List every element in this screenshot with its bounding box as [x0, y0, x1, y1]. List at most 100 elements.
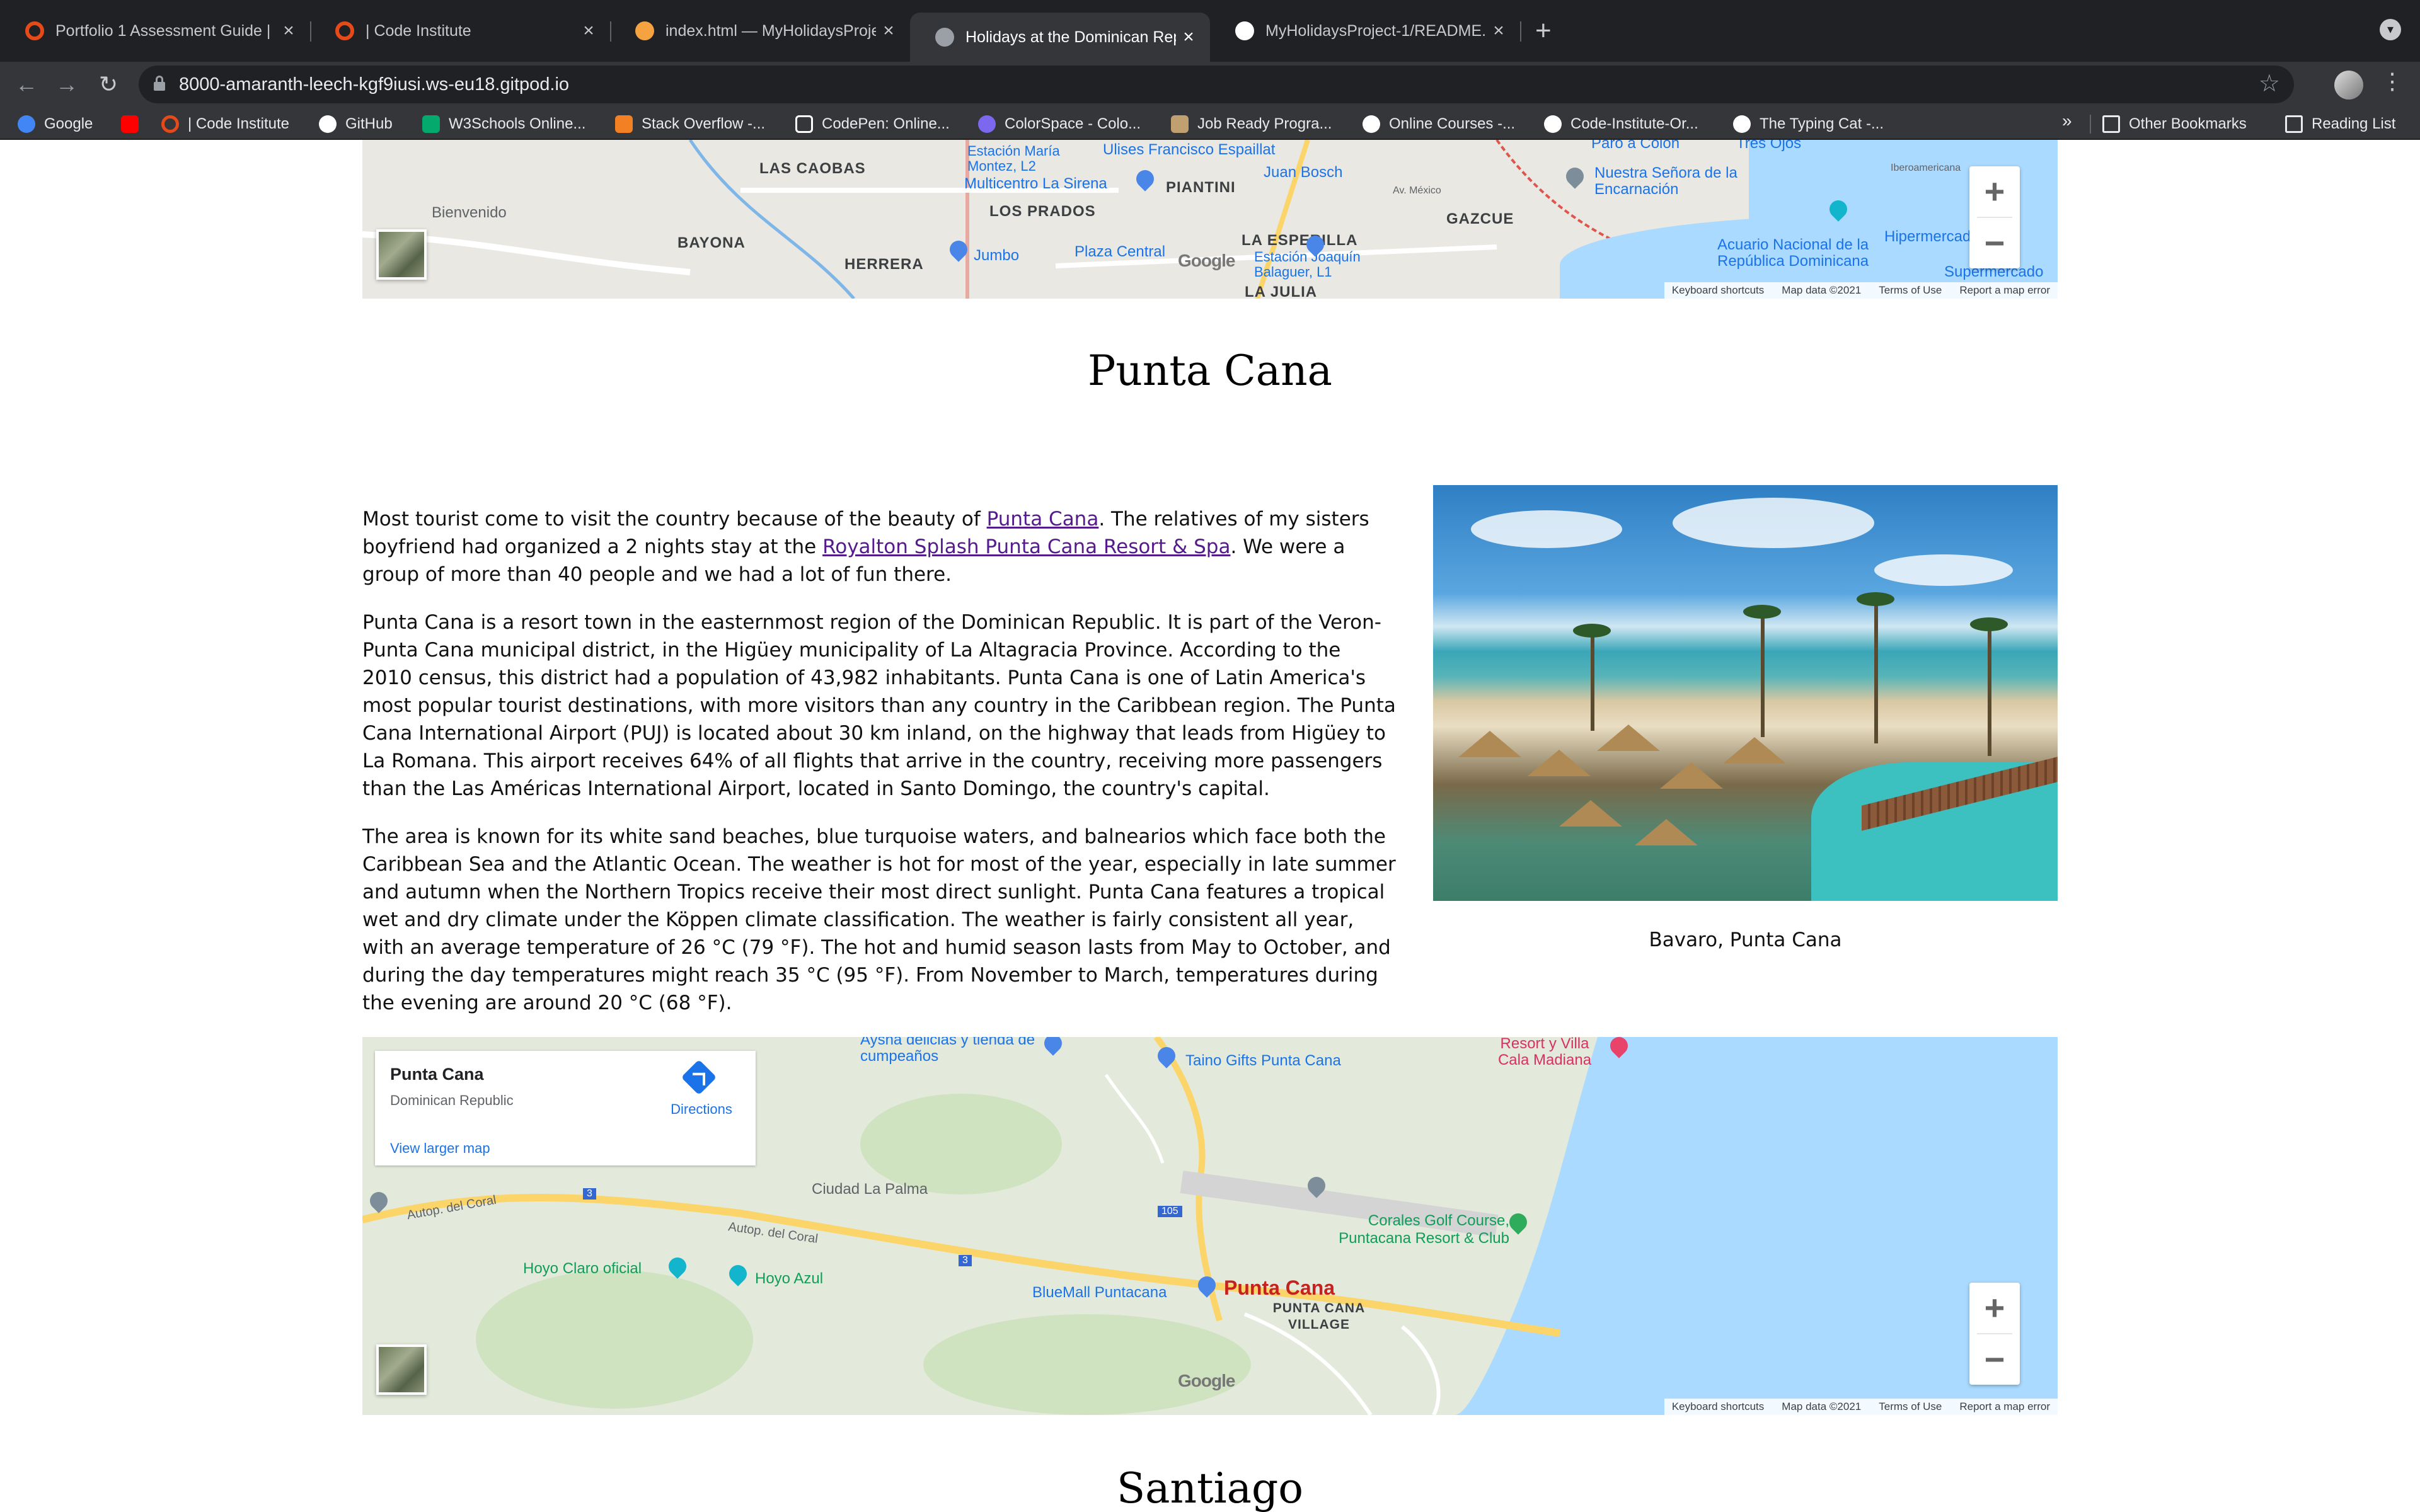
bookmark-typing-cat[interactable]: The Typing Cat -... [1733, 108, 1884, 140]
map-label: Resort y Villa Cala Madiana [1497, 1037, 1592, 1068]
typing-cat-icon [1733, 115, 1751, 133]
royalton-splash-link[interactable]: Royalton Splash Punta Cana Resort & Spa [822, 536, 1230, 558]
directions-icon[interactable] [681, 1059, 717, 1096]
santo-domingo-map[interactable]: Bienvenido LAS CAOBAS BAYONA HERRERA LOS… [362, 140, 2058, 299]
keyboard-shortcuts-link[interactable]: Keyboard shortcuts [1672, 284, 1764, 297]
google-icon [18, 115, 35, 133]
close-icon[interactable]: × [576, 20, 601, 42]
zoom-in-button[interactable]: + [1969, 166, 2020, 217]
intro-paragraph: Most tourist come to visit the country b… [362, 508, 1369, 586]
lock-icon[interactable] [154, 76, 165, 92]
back-icon[interactable]: ← [9, 67, 44, 102]
address-bar[interactable]: 8000-amaranth-leech-kgf9iusi.ws-eu18.git… [139, 66, 2294, 103]
codepen-icon [795, 115, 813, 133]
tab-title: | Code Institute [366, 21, 471, 40]
map-label: Taino Gifts Punta Cana [1185, 1052, 1341, 1069]
map-label: LA ESPERILLA [1242, 232, 1358, 249]
climate-paragraph: The area is known for its white sand bea… [362, 825, 1396, 1014]
map-label: BAYONA [677, 234, 746, 251]
tab-index-html[interactable]: index.html — MyHolidaysProjec × [610, 13, 910, 49]
tab-portfolio-guide[interactable]: Portfolio 1 Assessment Guide | × [0, 13, 310, 49]
jobready-icon [1171, 115, 1189, 133]
bookmark-google[interactable]: Google [18, 108, 93, 140]
map-label: Ulises Francisco Espaillat [1103, 141, 1276, 158]
youtube-icon [121, 115, 139, 133]
reading-list-icon [2285, 115, 2303, 133]
bookmark-code-institute[interactable]: | Code Institute [161, 108, 289, 140]
bookmarks-overflow-icon[interactable]: » [2062, 111, 2072, 131]
map-label: 3 [959, 1255, 972, 1266]
bookmarks-separator [2090, 115, 2091, 134]
folder-icon [2102, 115, 2120, 133]
section-title: Punta Cana [1088, 346, 1332, 395]
satellite-toggle[interactable] [376, 1344, 427, 1395]
bookmark-w3schools[interactable]: W3Schools Online... [422, 108, 585, 140]
next-section-title: Santiago [1116, 1464, 1304, 1512]
directions-link[interactable]: Directions [665, 1101, 738, 1118]
close-icon[interactable]: × [1176, 26, 1201, 48]
map-label: Paro a Colón [1591, 140, 1680, 152]
tab-code-institute[interactable]: | Code Institute × [310, 13, 610, 49]
map-label: Hoyo Claro oficial [523, 1260, 642, 1277]
view-larger-map-link[interactable]: View larger map [390, 1140, 490, 1157]
bookmark-code-institute-org[interactable]: Code-Institute-Or... [1544, 108, 1698, 140]
code-institute-icon [335, 21, 354, 40]
zoom-in-button[interactable]: + [1969, 1283, 2020, 1333]
other-bookmarks-folder[interactable]: Other Bookmarks [2102, 108, 2247, 140]
map-label: Multicentro La Sirena [964, 175, 1107, 192]
bookmark-github[interactable]: GitHub [319, 108, 393, 140]
gitpod-icon [635, 21, 654, 40]
tab-search-icon[interactable]: ▾ [2380, 19, 2401, 40]
github-icon [1544, 115, 1562, 133]
reload-icon[interactable]: ↻ [91, 67, 126, 102]
history-paragraph: Punta Cana is a resort town in the easte… [362, 611, 1396, 800]
tab-holidays-dominican-republic[interactable]: Holidays at the Dominican Rep × [910, 13, 1210, 62]
menu-kebab-icon[interactable]: ⋮ [2380, 68, 2405, 94]
reading-list[interactable]: Reading List [2285, 108, 2395, 140]
tab-separator [1520, 21, 1521, 42]
bookmarks-bar: Google | Code Institute GitHub W3Schools… [0, 108, 2420, 140]
satellite-toggle[interactable] [376, 229, 427, 280]
map-label: Tres Ojos [1736, 140, 1802, 152]
close-icon[interactable]: × [276, 20, 301, 42]
stackoverflow-icon [615, 115, 633, 133]
map-label: Iberoamericana [1891, 163, 1961, 173]
map-label: Estación María Montez, L2 [967, 143, 1060, 174]
close-icon[interactable]: × [876, 20, 901, 42]
tab-readme[interactable]: MyHolidaysProject-1/README. × [1210, 13, 1520, 49]
bookmark-star-icon[interactable]: ☆ [2259, 69, 2280, 98]
tab-title: MyHolidaysProject-1/README. [1265, 21, 1486, 40]
zoom-out-button[interactable]: − [1969, 218, 2020, 268]
report-map-error-link[interactable]: Report a map error [1959, 1400, 2050, 1413]
map-label: Av. México [1393, 185, 1441, 196]
keyboard-shortcuts-link[interactable]: Keyboard shortcuts [1672, 1400, 1764, 1413]
punta-cana-map[interactable]: Aysna delicias y tienda de cumpeaños Tai… [362, 1037, 2058, 1415]
map-label: Punta Cana [1224, 1276, 1335, 1299]
colorspace-icon [978, 115, 996, 133]
map-label: PIANTINI [1166, 179, 1236, 196]
new-tab-button[interactable]: + [1535, 15, 1552, 47]
bookmark-stack-overflow[interactable]: Stack Overflow -... [615, 108, 765, 140]
tab-title: Portfolio 1 Assessment Guide | [55, 21, 271, 40]
punta-cana-link[interactable]: Punta Cana [987, 508, 1099, 530]
bookmark-youtube[interactable] [121, 108, 147, 140]
bookmark-online-courses[interactable]: Online Courses -... [1363, 108, 1515, 140]
close-icon[interactable]: × [1486, 20, 1511, 42]
map-data-text: Map data ©2021 [1782, 284, 1862, 296]
report-map-error-link[interactable]: Report a map error [1959, 284, 2050, 297]
tab-title: Holidays at the Dominican Rep [965, 28, 1176, 46]
zoom-out-button[interactable]: − [1969, 1334, 2020, 1385]
profile-avatar[interactable] [2334, 71, 2363, 100]
bookmark-codepen[interactable]: CodePen: Online... [795, 108, 950, 140]
forward-icon[interactable]: → [49, 67, 84, 102]
bookmark-job-ready[interactable]: Job Ready Progra... [1171, 108, 1332, 140]
map-label: LA JULIA [1245, 284, 1318, 299]
map-label: BlueMall Puntacana [1032, 1284, 1167, 1301]
github-icon [319, 115, 337, 133]
url-text[interactable]: 8000-amaranth-leech-kgf9iusi.ws-eu18.git… [179, 74, 569, 95]
map-footer: Keyboard shortcuts Map data ©2021 Terms … [1664, 1399, 2058, 1415]
bookmark-colorspace[interactable]: ColorSpace - Colo... [978, 108, 1141, 140]
terms-link[interactable]: Terms of Use [1879, 284, 1942, 297]
map-footer: Keyboard shortcuts Map data ©2021 Terms … [1664, 282, 2058, 299]
terms-link[interactable]: Terms of Use [1879, 1400, 1942, 1413]
